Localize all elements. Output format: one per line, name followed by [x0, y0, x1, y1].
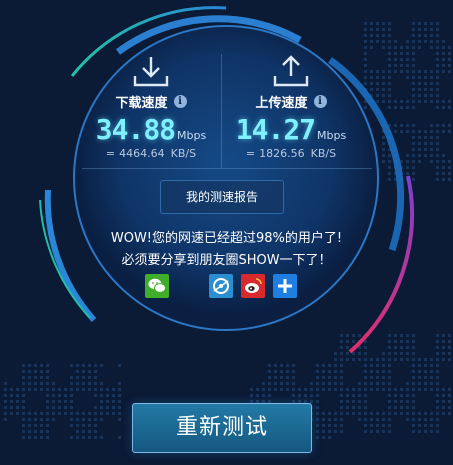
info-icon[interactable]: i	[173, 95, 187, 108]
wechat-icon[interactable]	[145, 274, 169, 298]
upload-label: 上传速度	[255, 96, 308, 111]
share-buttons	[143, 274, 303, 298]
download-label: 下载速度	[115, 96, 168, 111]
download-kb-unit: KB/S	[170, 147, 197, 160]
upload-kb-prefix: =	[245, 147, 256, 160]
column-divider	[221, 54, 222, 168]
upload-arrow-icon	[273, 55, 309, 87]
info-icon[interactable]: i	[313, 95, 327, 108]
upload-speed-unit: Mbps	[317, 129, 347, 142]
result-message-line1: WOW!您的网速已经超过98%的用户了!	[110, 231, 343, 246]
download-column: 下载速度 i 34.88 Mbps = 4464.64 KB/S	[86, 54, 216, 160]
speed-report-button[interactable]: 我的测速报告	[160, 180, 284, 214]
upload-kb-value: 1826.56	[259, 147, 305, 160]
result-message-line2: 必须要分享到朋友圈SHOW一下了！	[121, 253, 332, 268]
download-arrow-icon	[133, 57, 169, 87]
download-speed-value: 34.88	[95, 113, 176, 146]
upload-speed-value: 14.27	[235, 113, 316, 146]
stats-divider	[82, 168, 372, 169]
retest-button[interactable]: 重新测试	[132, 403, 312, 453]
upload-kb-unit: KB/S	[310, 147, 337, 160]
weibo-icon[interactable]	[241, 274, 265, 298]
more-share-icon[interactable]	[273, 274, 297, 298]
download-kb-value: 4464.64	[119, 147, 165, 160]
qzone-icon[interactable]	[209, 274, 233, 298]
download-kb-prefix: =	[105, 147, 116, 160]
upload-column: 上传速度 i 14.27 Mbps = 1826.56 KB/S	[226, 54, 356, 160]
download-speed-unit: Mbps	[177, 129, 207, 142]
